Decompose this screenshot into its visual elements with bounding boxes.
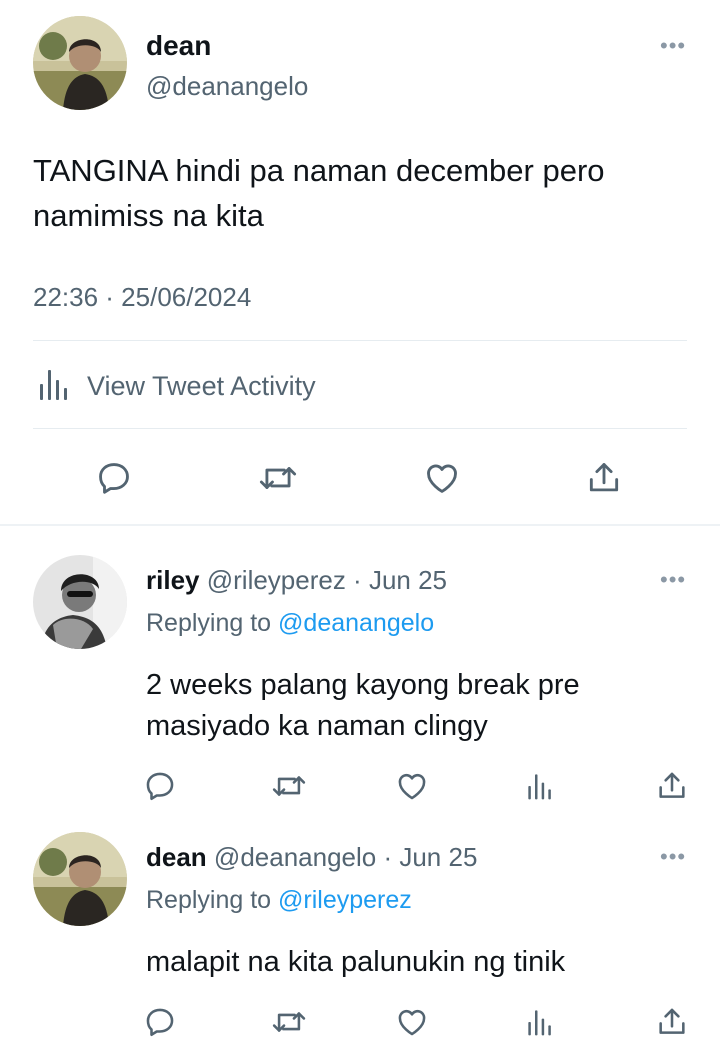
share-icon — [659, 772, 685, 798]
reply-text: malapit na kita palunukin ng tinik — [146, 946, 566, 978]
reply-header: riley @rileyperez · Jun 25 — [146, 564, 447, 596]
divider — [33, 428, 687, 429]
share-icon — [659, 1008, 685, 1034]
more-options-icon[interactable]: ••• — [660, 569, 686, 591]
replying-to-mention[interactable]: @rileyperez — [278, 886, 412, 914]
author-avatar[interactable] — [33, 16, 127, 110]
reply-button[interactable] — [92, 456, 136, 500]
tweet-text: TANGINA hindi pa naman december pero nam… — [33, 153, 605, 233]
like-button[interactable] — [420, 456, 464, 500]
view-tweet-activity-label: View Tweet Activity — [87, 371, 316, 401]
like-button[interactable] — [392, 766, 432, 806]
retweet-button[interactable] — [254, 456, 302, 500]
tweet-timestamp: 22:36 · 25/06/2024 — [33, 282, 252, 312]
share-icon — [589, 463, 619, 492]
reply-author-name[interactable]: dean — [146, 842, 207, 872]
analytics-button[interactable] — [520, 766, 560, 806]
section-separator — [0, 524, 720, 526]
analytics-icon — [528, 774, 551, 800]
retweet-icon — [272, 1012, 306, 1032]
reply-icon — [146, 1008, 174, 1037]
reply-author-name[interactable]: riley — [146, 565, 200, 595]
retweet-button[interactable] — [268, 1002, 310, 1042]
replying-to: Replying to @deanangelo — [146, 607, 434, 639]
view-tweet-activity-button[interactable]: View Tweet Activity — [37, 366, 316, 406]
divider — [33, 340, 687, 341]
like-icon — [398, 1009, 426, 1036]
more-options-icon[interactable]: ••• — [660, 35, 686, 57]
share-button[interactable] — [582, 456, 626, 500]
reply-meta[interactable]: @deanangelo · Jun 25 — [214, 842, 477, 872]
analytics-icon — [528, 1010, 551, 1036]
retweet-icon — [272, 776, 306, 796]
share-button[interactable] — [652, 1002, 692, 1042]
reply-button[interactable] — [140, 766, 180, 806]
replying-to-prefix: Replying to — [146, 886, 279, 914]
retweet-icon — [259, 467, 297, 489]
reply-icon — [146, 772, 174, 801]
like-icon — [427, 464, 457, 493]
reply-button[interactable] — [140, 1002, 180, 1042]
reply-header: dean @deanangelo · Jun 25 — [146, 841, 477, 873]
replying-to: Replying to @rileyperez — [146, 884, 412, 916]
analytics-icon — [37, 366, 73, 407]
reply-avatar[interactable] — [33, 832, 127, 926]
replying-to-mention[interactable]: @deanangelo — [278, 609, 434, 637]
reply-text: 2 weeks palang kayong break pre masiyado… — [146, 669, 580, 742]
retweet-button[interactable] — [268, 766, 310, 806]
replying-to-prefix: Replying to — [146, 609, 279, 637]
author-name[interactable]: dean — [146, 30, 211, 62]
like-button[interactable] — [392, 1002, 432, 1042]
analytics-button[interactable] — [520, 1002, 560, 1042]
like-icon — [398, 773, 426, 800]
reply-avatar[interactable] — [33, 555, 127, 649]
share-button[interactable] — [652, 766, 692, 806]
reply-meta[interactable]: @rileyperez · Jun 25 — [207, 565, 447, 595]
more-options-icon[interactable]: ••• — [660, 846, 686, 868]
reply-icon — [99, 463, 129, 494]
author-handle[interactable]: @deanangelo — [146, 70, 308, 102]
